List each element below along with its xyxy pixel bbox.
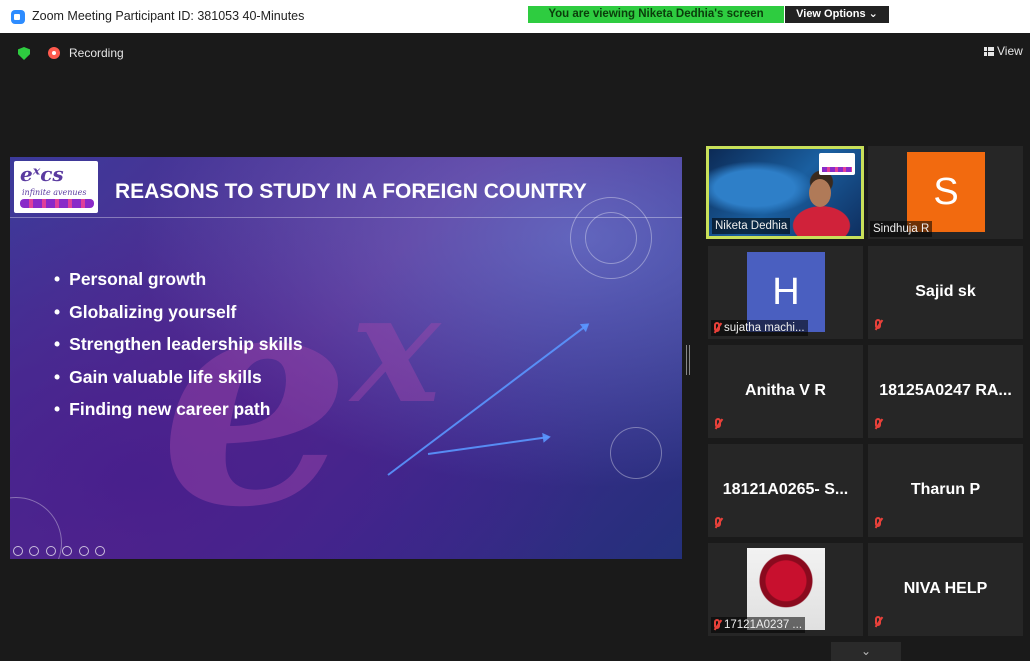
panel-resize-handle[interactable] [686,345,690,375]
mic-muted-icon [875,418,881,428]
participant-name: sujatha machi... [724,322,805,334]
mute-indicator [715,414,725,432]
slide-bullet: Finding new career path [54,399,303,432]
avatar: S [907,152,985,232]
view-options-button[interactable]: View Options ⌄ [785,6,889,23]
view-button[interactable]: View [984,44,1023,58]
slide-playback-controls [13,543,107,556]
logo-text: eˣcs [20,162,64,186]
slide-bullet: Globalizing yourself [54,302,303,335]
participant-name-tag: sujatha machi... [711,320,808,336]
participant-name: Sajid sk [915,283,976,300]
participant-name: Tharun P [910,481,981,498]
slide-bullet: Gain valuable life skills [54,367,303,400]
pen-icon[interactable] [45,546,56,556]
participant-name: Anitha V R [745,382,826,399]
slides-icon[interactable] [62,546,73,556]
mute-indicator [715,513,725,531]
scroll-down-button[interactable]: ⌄ [831,642,901,661]
participant-name: 18125A0247 RA... [879,382,1012,399]
participant-tile-tharun[interactable]: Tharun P [868,444,1023,537]
slide-title: REASONS TO STUDY IN A FOREIGN COUNTRY [115,180,587,203]
slide-logo: eˣcs infinite avenues [14,161,98,213]
mute-indicator [875,414,885,432]
mic-muted-icon [875,319,881,329]
mute-indicator [875,513,885,531]
grid-view-icon [984,47,994,56]
slide-bullet: Personal growth [54,269,303,302]
participant-name: Niketa Dedhia [712,218,791,234]
participant-tile-niketa[interactable]: Niketa Dedhia [706,146,864,239]
slide-decor-ring [585,212,637,264]
mute-indicator [875,612,885,630]
zoom-icon[interactable] [78,546,89,556]
slide-bullet-list: Personal growth Globalizing yourself Str… [54,269,303,432]
participant-tile-niva-help[interactable]: NIVA HELP [868,543,1023,636]
logo-flowers-graphic [20,199,94,208]
window-title: Zoom Meeting Participant ID: 381053 40-M… [32,9,305,23]
shared-screen-slide: ex eˣcs infinite avenues REASONS TO STUD… [10,157,682,559]
mic-muted-icon [714,322,720,332]
zoom-logo-icon [11,10,25,24]
mute-indicator [875,315,885,333]
participant-name-tag: 17121A0237 ... [711,617,806,633]
mic-muted-icon [875,517,881,527]
more-icon[interactable] [95,546,106,556]
mic-muted-icon [715,517,721,527]
mic-muted-icon [715,418,721,428]
mic-muted-icon [714,619,720,629]
participant-tile-18125a0247[interactable]: 18125A0247 RA... [868,345,1023,438]
mic-muted-icon [875,616,881,626]
recording-label: Recording [69,46,124,60]
recording-icon [48,47,60,59]
participant-tile-18121a0265[interactable]: 18121A0265- S... [708,444,863,537]
participant-tile-sujatha[interactable]: H sujatha machi... [708,246,863,339]
shield-icon[interactable] [18,47,30,60]
participant-tile-anitha[interactable]: Anitha V R [708,345,863,438]
video-logo [819,153,855,175]
slide-decor-ring [610,427,662,479]
screen-share-banner: You are viewing Niketa Dedhia's screen [528,6,784,23]
previous-slide-icon[interactable] [13,546,23,556]
slide-bullet: Strengthen leadership skills [54,334,302,367]
logo-subtitle: infinite avenues [22,188,87,197]
participant-name: 18121A0265- S... [722,481,849,498]
slide-arrow-graphic [427,436,549,455]
participant-name: Sindhuja R [870,221,933,237]
participant-name: 17121A0237 ... [724,619,803,631]
speaker-video-feed [809,179,831,207]
participant-name: NIVA HELP [903,580,988,597]
participant-tile-sindhuja[interactable]: S Sindhuja R [868,146,1023,239]
window-titlebar: Zoom Meeting Participant ID: 381053 40-M… [0,0,1030,33]
participant-tile-sajid[interactable]: Sajid sk [868,246,1023,339]
view-button-label: View [997,44,1023,58]
slide-divider [10,217,682,218]
participant-tile-17121a0237[interactable]: 17121A0237 ... [708,543,863,636]
chevron-down-icon: ⌄ [860,644,872,658]
